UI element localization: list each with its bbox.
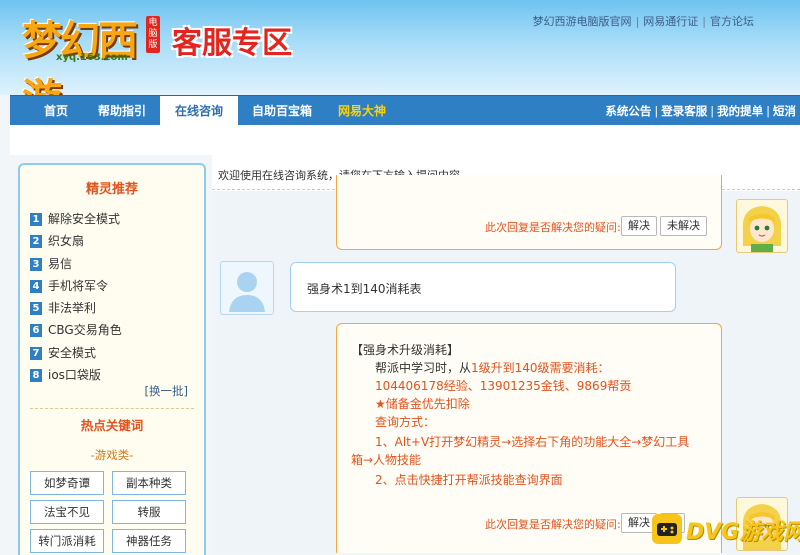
item-label: 非法举利: [48, 301, 97, 316]
answer-line6: 箱→人物技能: [351, 453, 422, 467]
answer-line1-prefix: 帮派中学习时，从: [375, 361, 472, 375]
feedback-question: 此次回复是否解决您的疑问:: [485, 221, 621, 234]
answer-line: 帮派中学习时，从1级升到140级需要消耗：: [375, 358, 610, 378]
user-message-bubble: 强身术1到140消耗表: [290, 262, 676, 312]
item-label: 安全模式: [48, 345, 97, 360]
list-item[interactable]: 5 非法举利: [30, 297, 204, 319]
sidebar-title: 精灵推荐: [85, 182, 138, 197]
list-item[interactable]: 6 CBG交易角色: [30, 319, 204, 341]
item-label: 织女扇: [48, 234, 85, 249]
list-item[interactable]: 2 织女扇: [30, 230, 204, 252]
item-number: 3: [30, 257, 42, 271]
nav-help[interactable]: 帮助指引: [98, 96, 146, 126]
keyword-button[interactable]: 转门派消耗: [30, 529, 104, 553]
answer-line3: ★储备金优先扣除: [375, 397, 470, 411]
list-item[interactable]: 1 解除安全模式: [30, 208, 204, 230]
nav-netease-dashen[interactable]: 网易大神: [338, 96, 386, 126]
item-number: 7: [30, 346, 42, 360]
nav-home[interactable]: 首页: [44, 96, 68, 126]
unsolved-button[interactable]: 未解决: [660, 216, 707, 236]
user-message-text: 强身术1到140消耗表: [307, 282, 422, 296]
keyword-button[interactable]: 神器任务: [112, 529, 186, 553]
item-label: 解除安全模式: [48, 212, 121, 226]
refresh-link[interactable]: [换一批]: [145, 383, 188, 399]
solved-button[interactable]: 解决: [621, 216, 657, 236]
nav-separator: |: [654, 104, 659, 118]
answer-line5: 1、Alt+V打开梦幻精灵→选择右下角的功能大全→梦幻工具: [375, 435, 690, 449]
site-watermark: DVG游戏网: [648, 508, 800, 553]
keyword-button[interactable]: 副本种类: [112, 471, 186, 495]
item-number: 5: [30, 302, 42, 316]
list-item[interactable]: 4 手机将军令: [30, 275, 204, 297]
nav-right-links: 系统公告 | 登录客服 | 我的提单 | 短消: [605, 96, 796, 126]
keyword-button[interactable]: 如梦奇谭: [30, 471, 104, 495]
chat-panel: 欢迎使用在线咨询系统，请您在下方输入提问内容。 此次回复是否解决您的疑问: 解决…: [212, 155, 800, 553]
game-logo[interactable]: 梦幻西游 电脑版 xyq.163.com: [22, 6, 162, 95]
feedback-question: 此次回复是否解决您的疑问:: [485, 518, 621, 531]
sidebar-divider: [30, 408, 194, 409]
nav-separator: |: [710, 104, 715, 118]
nav-announcement[interactable]: 系统公告: [605, 104, 651, 118]
item-number: 1: [30, 213, 42, 226]
link-separator: |: [702, 15, 706, 28]
hot-keywords-title: 热点关键词: [80, 418, 144, 433]
item-label: 手机将军令: [48, 278, 109, 293]
nav-separator: |: [766, 104, 770, 118]
answer-heading: 【强身术升级消耗】: [351, 343, 460, 357]
item-label: CBG交易角色: [48, 323, 122, 338]
main-nav: 首页 帮助指引 在线咨询 自助百宝箱 网易大神 系统公告 | 登录客服 | 我的提单 | 短…: [10, 95, 800, 126]
top-links: 梦幻西游电脑版官网 | 网易通行证 | 官方论坛: [533, 13, 754, 29]
item-number: 8: [30, 369, 42, 383]
answer-line1-highlight: 1级升到140级需要消耗：: [471, 361, 610, 375]
nav-self-service[interactable]: 自助百宝箱: [252, 96, 312, 126]
list-item[interactable]: 7 安全模式: [30, 342, 204, 364]
list-item[interactable]: 3 易信: [30, 253, 204, 275]
link-separator: |: [635, 15, 640, 28]
logo-url: xyq.163.com: [56, 52, 128, 63]
nav-login[interactable]: 登录客服: [661, 104, 707, 118]
nav-messages[interactable]: 短消: [773, 104, 796, 118]
link-forum[interactable]: 官方论坛: [710, 15, 754, 28]
nav-my-tickets[interactable]: 我的提单: [717, 104, 763, 118]
answer-line2: 104406178经验、13901235金钱、9869帮贡: [375, 379, 632, 393]
nav-band: [10, 125, 800, 155]
link-official-site[interactable]: 梦幻西游电脑版官网: [533, 15, 632, 28]
item-number: 4: [30, 279, 42, 293]
sidebar: 精灵推荐 1 解除安全模式 2 织女扇 3 易信 4 手机将军令 5 非法举利 6 CBG交…: [18, 163, 206, 555]
keyword-button[interactable]: 法宝不见: [30, 500, 104, 524]
watermark-text: DVG游戏网: [686, 520, 800, 545]
assistant-avatar: [736, 199, 788, 253]
hot-keywords-subtitle: -游戏类-: [90, 448, 134, 462]
logo-tag: 电脑版: [146, 16, 160, 53]
user-avatar: [220, 261, 274, 315]
answer-line7: 2、点击快捷打开帮派技能查询界面: [375, 473, 563, 487]
gamepad-icon: [652, 514, 682, 544]
header: 梦幻西游 电脑版 xyq.163.com 客服专区 梦幻西游电脑版官网|网易通行…: [0, 0, 800, 95]
page-title: 客服专区: [172, 26, 292, 61]
bot-reply-bubble: 此次回复是否解决您的疑问: 解决 未解决: [336, 175, 722, 250]
item-label: ios口袋版: [48, 368, 101, 383]
keyword-button[interactable]: 转服: [112, 500, 186, 524]
link-passport[interactable]: 网易通行证: [643, 15, 698, 28]
nav-online-consult[interactable]: 在线咨询: [160, 96, 238, 126]
item-number: 2: [30, 235, 42, 249]
answer-line4: 查询方式：: [375, 415, 436, 429]
recommend-list: 1 解除安全模式 2 织女扇 3 易信 4 手机将军令 5 非法举利 6 CBG交易角色 7…: [30, 208, 204, 386]
item-number: 6: [30, 324, 42, 338]
item-label: 易信: [48, 256, 73, 271]
